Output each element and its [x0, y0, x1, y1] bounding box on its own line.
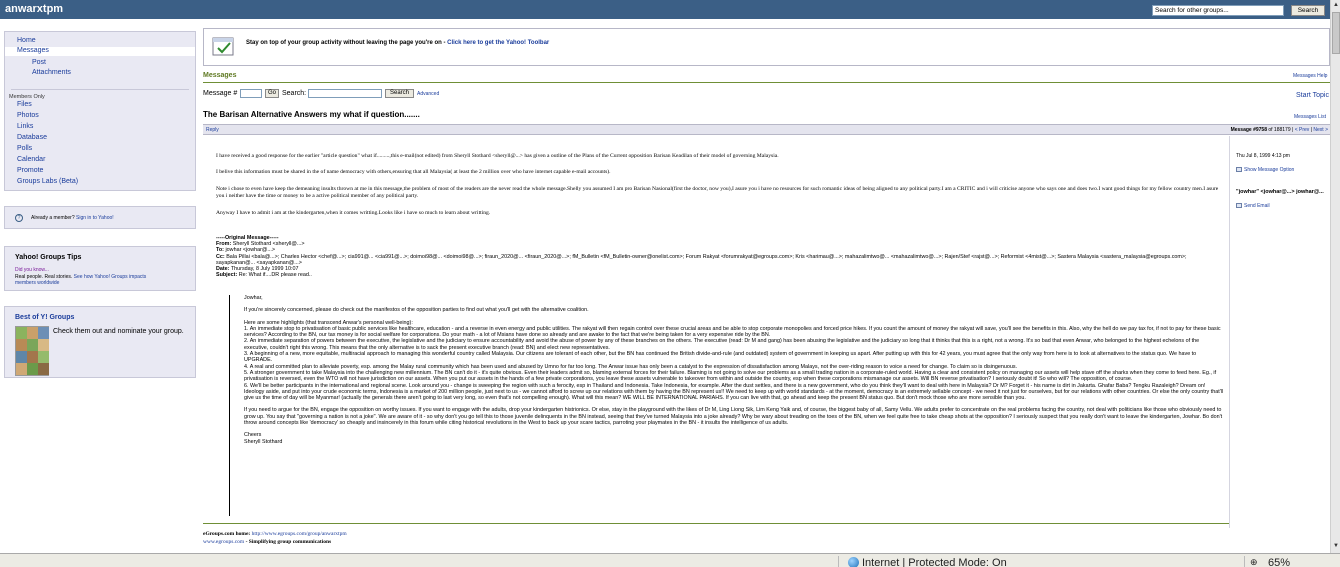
security-zone[interactable]: Internet | Protected Mode: On — [862, 557, 1007, 567]
messages-title: Messages — [203, 72, 237, 79]
nav-files[interactable]: Files — [17, 101, 32, 108]
best-of-title[interactable]: Best of Y! Groups — [15, 314, 74, 321]
scroll-up-icon[interactable]: ▲ — [1332, 1, 1340, 10]
member-signin-box: ? Already a member? Sign in to Yahoo! — [4, 206, 196, 229]
scroll-down-icon[interactable]: ▼ — [1332, 542, 1340, 551]
quote-line: 6. We'll be better participants in the i… — [244, 382, 1224, 402]
nav-groups-labs[interactable]: Groups Labs (Beta) — [17, 178, 78, 185]
message-header-bar: Reply Message #9758 of 188179 | < Prev |… — [203, 124, 1330, 135]
nav-calendar[interactable]: Calendar — [17, 156, 45, 163]
zoom-icon[interactable]: ⊕ — [1250, 557, 1262, 567]
quote-line: 2. An immediate separation of powers bet… — [244, 338, 1200, 351]
nav-photos[interactable]: Photos — [17, 112, 39, 119]
top-bar: anwarxtpm Search — [0, 0, 1330, 19]
options-icon — [1236, 167, 1242, 173]
reply-link[interactable]: Reply — [206, 127, 219, 133]
group-name[interactable]: anwarxtpm — [5, 3, 63, 15]
message-date: Thu Jul 8, 1999 4:13 pm — [1236, 153, 1290, 159]
quoted-message: Jowhar, If you're sincerely concerned, p… — [229, 295, 1224, 516]
search-label: Search: — [282, 90, 307, 97]
footer-home: eGroups.com home: http://www.egroups.com… — [203, 531, 347, 537]
message-paragraph: Anyway I have to admit i am at the kinde… — [216, 210, 491, 216]
prev-link[interactable]: < Prev — [1295, 127, 1310, 133]
toolbar-icon — [212, 37, 234, 56]
message-pager: Message #9758 of 188179 | < Prev | Next … — [1230, 127, 1328, 133]
orig-subject: Subject: Re: What if....DR please read.. — [216, 272, 312, 279]
send-email-link[interactable]: Send Email — [1244, 203, 1270, 209]
messages-list-link[interactable]: Messages List — [1294, 114, 1326, 120]
nav-links[interactable]: Links — [17, 123, 33, 130]
toolbar-link[interactable]: Click here to get the Yahoo! Toolbar — [447, 40, 549, 46]
best-of-photo-collage[interactable] — [15, 326, 49, 376]
footer-divider — [203, 523, 1229, 524]
quote-line: 1. An immediate stop to privatisation of… — [244, 325, 1221, 339]
start-topic-link[interactable]: Start Topic — [1296, 92, 1329, 99]
zoom-level[interactable]: 65% — [1268, 557, 1290, 567]
next-link[interactable]: Next > — [1313, 127, 1328, 133]
message-author: "jowhar" <jowhar@...> jowhar@... — [1236, 189, 1324, 195]
show-option-row[interactable]: Show Message Option — [1236, 167, 1294, 173]
sign-in-link[interactable]: Sign in to Yahoo! — [76, 215, 114, 221]
question-icon: ? — [15, 214, 23, 222]
quote-line: 5. A stronger government to take Malaysi… — [244, 369, 1217, 383]
message-paragraph: I have received a good response for the … — [216, 153, 779, 159]
nav-attachments[interactable]: Attachments — [32, 69, 71, 76]
message-paragraph: Note i chose to even have keep the demea… — [216, 186, 1219, 199]
show-message-option-link[interactable]: Show Message Option — [1244, 167, 1294, 173]
toolbar-promo: Stay on top of your group activity witho… — [203, 28, 1330, 66]
go-button[interactable]: Go — [265, 89, 279, 98]
tips-title: Yahoo! Groups Tips — [15, 254, 82, 261]
send-email-row[interactable]: Send Email — [1236, 203, 1270, 209]
group-search-button[interactable]: Search — [1291, 5, 1325, 16]
orig-cc: Cc: Bala Pillai <bala@...>; Charles Hect… — [216, 253, 1187, 266]
nav-database[interactable]: Database — [17, 134, 47, 141]
message-count: of 188179 — [1268, 127, 1291, 133]
messages-divider — [203, 82, 1330, 83]
nav-divider — [11, 89, 189, 90]
nav-post[interactable]: Post — [32, 59, 46, 66]
nav-polls[interactable]: Polls — [17, 145, 32, 152]
message-search-input[interactable] — [308, 89, 382, 98]
messages-help-link[interactable]: Messages Help — [1293, 73, 1327, 79]
page-scrollbar[interactable]: ▲ ▼ — [1330, 0, 1340, 553]
message-number-input[interactable] — [240, 89, 262, 98]
best-of-text: Check them out and nominate your group. — [53, 328, 184, 335]
toolbar-promo-text: Stay on top of your group activity witho… — [246, 40, 550, 46]
advanced-search-link[interactable]: Advanced — [417, 91, 439, 97]
envelope-icon — [1236, 203, 1242, 209]
footer-home-link[interactable]: http://www.egroups.com/group/anwarxtpm — [252, 531, 347, 537]
best-of-box: Best of Y! Groups Check them out and nom… — [4, 306, 196, 378]
globe-icon — [848, 557, 859, 567]
scroll-thumb[interactable] — [1332, 12, 1340, 54]
quote-signature: Sheryll Stothard — [244, 438, 283, 445]
group-search-input[interactable] — [1152, 5, 1284, 16]
members-only-label: Members Only — [9, 94, 45, 100]
quote-paragraph: If you're sincerely concerned, please do… — [244, 307, 589, 314]
quote-line: 3. A beginning of a new, more equitable,… — [244, 351, 1197, 364]
footer-site-link[interactable]: www.egroups.com — [203, 539, 244, 545]
message-search-button[interactable]: Search — [385, 89, 414, 98]
nav-home[interactable]: Home — [17, 37, 36, 44]
member-signin-text: Already a member? Sign in to Yahoo! — [31, 215, 114, 221]
message-subject: The Barisan Alternative Answers my what … — [203, 110, 420, 119]
message-paragraph: I belive this information must be shared… — [216, 169, 611, 175]
browser-status-bar: Internet | Protected Mode: On ⊕ 65% — [0, 553, 1340, 567]
message-number: Message #9758 — [1230, 127, 1267, 133]
sidebar-nav: Home Messages Post Attachments Members O… — [4, 31, 196, 191]
nav-promote[interactable]: Promote — [17, 167, 43, 174]
quote-highlights: Here are some highlights (that transcend… — [244, 320, 1224, 402]
did-you-know: Did you know... — [15, 267, 49, 273]
tips-link-worldwide[interactable]: members worldwide — [15, 280, 59, 286]
tips-box: Yahoo! Groups Tips Did you know... Real … — [4, 246, 196, 291]
tips-link[interactable]: See how Yahoo! Groups impacts — [74, 274, 147, 280]
message-meta-panel: Thu Jul 8, 1999 4:13 pm Show Message Opt… — [1229, 136, 1330, 528]
message-number-label: Message # — [203, 90, 238, 97]
nav-messages[interactable]: Messages — [5, 47, 195, 56]
quote-greeting: Jowhar, — [244, 295, 263, 301]
footer-site: www.egroups.com - Simplifying group comm… — [203, 539, 332, 545]
quote-paragraph: If you need to argue for the BN, engage … — [244, 407, 1223, 427]
original-message-header: -----Original Message----- From: Sheryll… — [216, 235, 1221, 278]
